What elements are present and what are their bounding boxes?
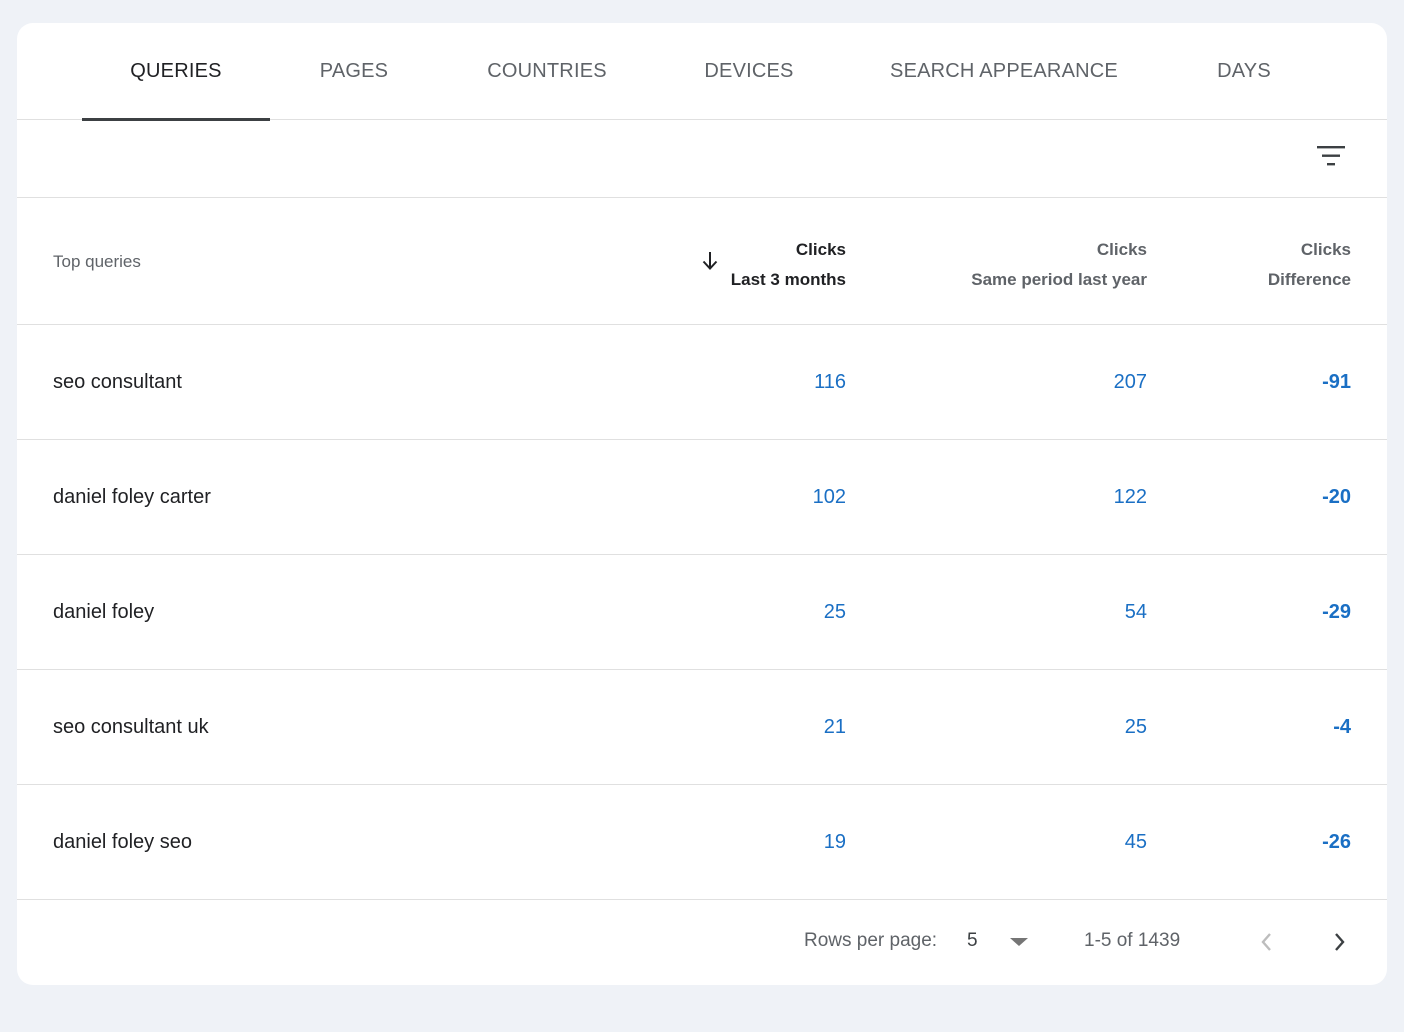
page-range: 1-5 of 1439 (1084, 930, 1181, 951)
table-row[interactable]: seo consultant 116 207 -91 (17, 325, 1387, 440)
clicks-last-3-months-cell: 102 (812, 486, 846, 508)
filter-button[interactable] (1313, 138, 1349, 174)
clicks-last-3-months-cell: 25 (823, 601, 846, 623)
table-row[interactable]: daniel foley seo 19 45 -26 (17, 785, 1387, 900)
previous-page-button[interactable] (1249, 924, 1285, 960)
table-row[interactable]: daniel foley carter 102 122 -20 (17, 440, 1387, 555)
clicks-last-year-cell: 25 (1124, 716, 1147, 738)
tab-queries[interactable]: QUERIES (82, 23, 270, 121)
column-subtitle: Difference (1267, 270, 1351, 289)
table-header: Top queries Clicks Last 3 months Clicks … (17, 198, 1387, 325)
clicks-last-year-cell: 122 (1113, 486, 1147, 508)
query-cell: daniel foley carter (53, 486, 211, 508)
arrow-down-icon[interactable] (700, 250, 720, 272)
dimension-tabs: QUERIES PAGES COUNTRIES DEVICES SEARCH A… (17, 23, 1387, 121)
clicks-last-year-cell: 54 (1124, 601, 1147, 623)
rows-per-page-label: Rows per page: (804, 930, 938, 951)
top-queries-header: Top queries (53, 252, 141, 271)
performance-table-card: QUERIES PAGES COUNTRIES DEVICES SEARCH A… (17, 23, 1387, 985)
tab-days[interactable]: DAYS (1199, 23, 1289, 120)
clicks-difference-cell: -20 (1322, 486, 1351, 508)
tab-search-appearance[interactable]: SEARCH APPEARANCE (875, 23, 1133, 120)
tab-countries[interactable]: COUNTRIES (472, 23, 622, 120)
pagination: Rows per page: 5 1-5 of 1439 (17, 900, 1387, 985)
clicks-last-year-cell: 207 (1113, 371, 1147, 393)
clicks-difference-cell: -91 (1322, 371, 1351, 393)
query-cell: seo consultant uk (53, 716, 209, 738)
dropdown-arrow-icon (1010, 938, 1028, 946)
query-cell: daniel foley (53, 601, 155, 623)
column-title: Clicks (1300, 240, 1351, 259)
clicks-difference-cell: -4 (1333, 716, 1351, 738)
filter-icon (1317, 146, 1345, 166)
tab-pages[interactable]: PAGES (302, 23, 406, 120)
column-title: Clicks (1096, 240, 1147, 259)
next-page-button[interactable] (1321, 924, 1357, 960)
table-toolbar (17, 120, 1387, 198)
clicks-last-year-cell: 45 (1124, 831, 1147, 853)
clicks-last-3-months-cell: 19 (823, 831, 846, 853)
column-header-clicks-same-period-last-year[interactable]: Clicks Same period last year (971, 235, 1147, 295)
column-header-clicks-last-3-months[interactable]: Clicks Last 3 months (731, 235, 846, 295)
rows-per-page-select[interactable]: 5 (957, 926, 1037, 958)
query-cell: seo consultant (53, 371, 182, 393)
chevron-left-icon (1261, 933, 1271, 951)
chevron-right-icon (1335, 933, 1345, 951)
query-cell: daniel foley seo (53, 831, 192, 853)
table-row[interactable]: daniel foley 25 54 -29 (17, 555, 1387, 670)
column-title: Clicks (795, 240, 846, 259)
column-subtitle: Last 3 months (730, 270, 846, 289)
clicks-last-3-months-cell: 116 (814, 371, 846, 393)
table-row[interactable]: seo consultant uk 21 25 -4 (17, 670, 1387, 785)
column-subtitle: Same period last year (971, 270, 1147, 289)
column-header-clicks-difference[interactable]: Clicks Difference (1268, 235, 1351, 295)
clicks-difference-cell: -26 (1322, 831, 1351, 853)
tab-devices[interactable]: DEVICES (688, 23, 810, 120)
rows-per-page-value: 5 (967, 930, 978, 951)
clicks-difference-cell: -29 (1322, 601, 1351, 623)
clicks-last-3-months-cell: 21 (823, 716, 846, 738)
